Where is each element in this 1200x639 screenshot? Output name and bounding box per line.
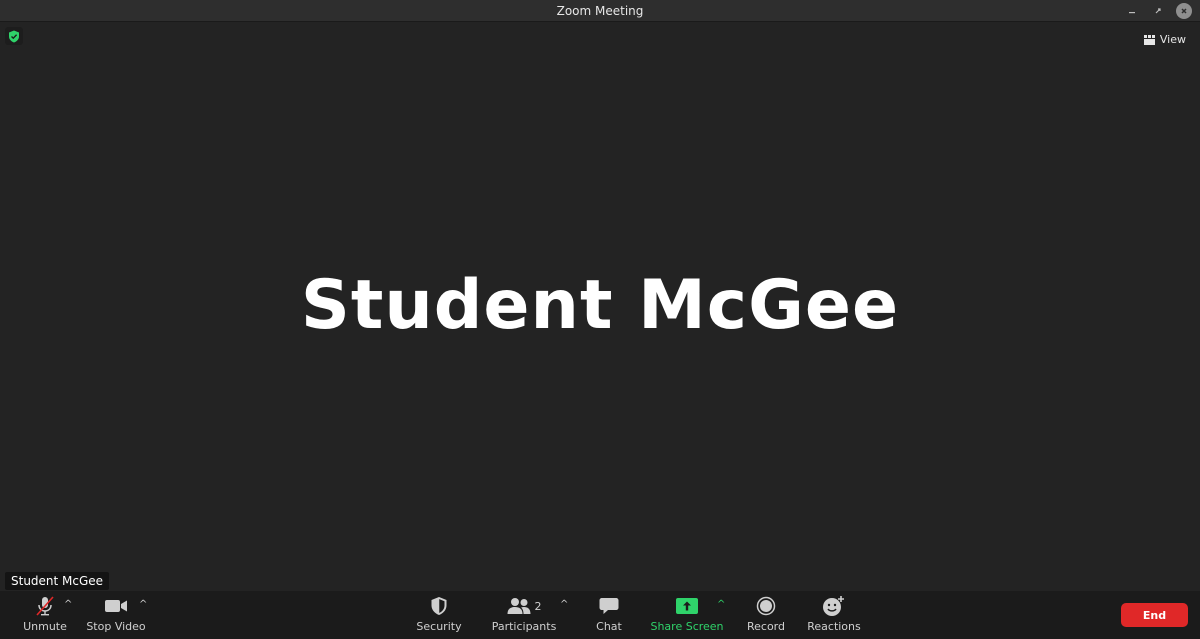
video-camera-icon: [105, 600, 127, 612]
participants-label: Participants: [491, 620, 557, 633]
security-button[interactable]: Security: [415, 595, 463, 635]
participants-options-caret[interactable]: ^: [560, 599, 568, 610]
stop-video-button[interactable]: Stop Video: [86, 595, 146, 635]
view-button[interactable]: View: [1143, 33, 1186, 46]
participant-name-tag: Student McGee: [5, 572, 110, 590]
participants-button[interactable]: 2 Participants: [489, 595, 559, 635]
add-reaction-icon: [823, 596, 844, 616]
chat-label: Chat: [596, 620, 622, 633]
window-controls: [1124, 3, 1192, 19]
share-screen-options-caret[interactable]: ^: [717, 599, 725, 610]
stop-video-label: Stop Video: [86, 620, 146, 633]
close-icon: [1181, 8, 1187, 14]
record-label: Record: [746, 620, 785, 633]
chat-button[interactable]: Chat: [593, 595, 625, 635]
security-shield-icon: [431, 597, 447, 615]
close-button[interactable]: [1176, 3, 1192, 19]
share-screen-button[interactable]: Share Screen: [649, 595, 725, 635]
audio-options-caret[interactable]: ^: [64, 599, 72, 610]
restore-icon: [1155, 8, 1161, 14]
grid-icon: [1143, 34, 1155, 45]
encryption-shield-button[interactable]: [5, 27, 23, 45]
reactions-label: Reactions: [807, 620, 861, 633]
end-meeting-button[interactable]: End: [1121, 603, 1188, 627]
restore-button[interactable]: [1150, 3, 1166, 19]
participants-count: 2: [534, 599, 542, 613]
video-options-caret[interactable]: ^: [139, 599, 147, 610]
minimize-button[interactable]: [1124, 3, 1140, 19]
record-icon: [756, 596, 776, 616]
unmute-label: Unmute: [23, 620, 67, 633]
shield-check-icon: [9, 30, 19, 42]
unmute-button[interactable]: Unmute: [22, 595, 68, 635]
title-bar: Zoom Meeting: [0, 0, 1200, 22]
zoom-window: Zoom Meeting View Student McGee Student …: [0, 0, 1200, 639]
view-label: View: [1159, 33, 1186, 46]
participants-icon: [507, 598, 530, 614]
active-participant-name: Student McGee: [300, 266, 900, 345]
share-screen-icon: [676, 598, 698, 614]
share-screen-label: Share Screen: [650, 620, 724, 633]
security-label: Security: [416, 620, 462, 633]
reactions-button[interactable]: Reactions: [806, 595, 862, 635]
window-title: Zoom Meeting: [556, 4, 644, 18]
muted-microphone-icon: [36, 596, 54, 616]
meeting-toolbar: Unmute ^ Stop Video ^ Security 2 Partici…: [0, 591, 1200, 639]
chat-bubble-icon: [599, 598, 619, 614]
record-button[interactable]: Record: [744, 595, 788, 635]
minimize-icon: [1129, 12, 1135, 14]
